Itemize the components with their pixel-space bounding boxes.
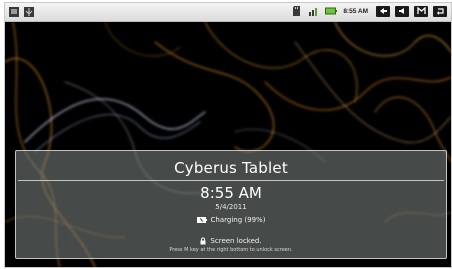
signal-icon: [309, 8, 318, 16]
lock-status: Screen locked.: [16, 237, 446, 245]
padlock-icon: [200, 237, 206, 245]
usb-debug-icon[interactable]: [23, 6, 35, 18]
lock-status-text: Screen locked.: [210, 237, 262, 245]
status-bar: 8:55 AM: [5, 3, 451, 22]
status-clock: 8:55 AM: [343, 7, 368, 15]
lock-time: 8:55 AM: [200, 184, 262, 202]
menu-button[interactable]: [414, 5, 428, 17]
menu-icon: [416, 7, 426, 14]
charging-status: Charging (99%): [16, 216, 446, 224]
screenshot-icon[interactable]: [8, 6, 20, 18]
device-name: Cyberus Tablet: [174, 159, 288, 177]
divider: [18, 180, 444, 181]
lock-date: 5/4/2011: [215, 203, 247, 211]
back-icon: [379, 8, 387, 14]
status-bar-notifications: [8, 6, 35, 18]
charging-status-text: Charging (99%): [210, 216, 266, 224]
unlock-hint: Press M key at the right bottom to unloc…: [169, 247, 293, 253]
charging-battery-icon: [196, 217, 207, 223]
volume-icon: [398, 8, 404, 14]
sd-card-icon: [293, 6, 301, 16]
lock-screen-panel[interactable]: Cyberus Tablet 8:55 AM 5/4/2011 Charging…: [15, 150, 447, 259]
return-icon: [436, 8, 444, 15]
volume-button[interactable]: [395, 5, 409, 17]
back-button[interactable]: [376, 5, 390, 17]
battery-icon: [325, 7, 338, 15]
status-bar-system: 8:55 AM: [291, 5, 447, 17]
return-button[interactable]: [433, 5, 447, 17]
device-screen: 8:55 AM Cyberus Tablet 8:55 AM 5/4/2011 …: [4, 2, 452, 268]
